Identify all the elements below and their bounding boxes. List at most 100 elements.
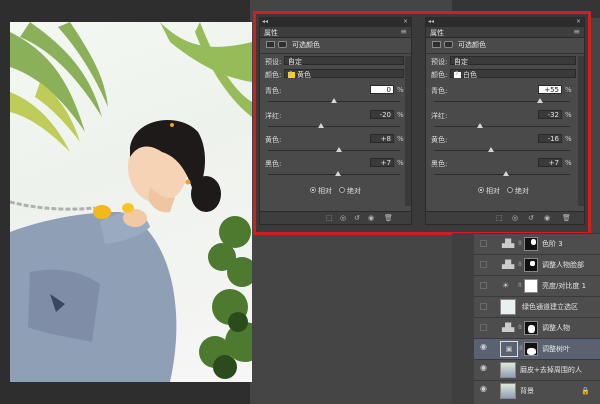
chain-link-icon[interactable]: 8 [518,240,522,247]
clip-to-layer-icon[interactable]: ⬚ [496,214,503,222]
visibility-icon[interactable]: ◉ [368,214,374,222]
panel-menu-icon[interactable]: ≡ [400,27,407,36]
view-previous-icon[interactable]: ◎ [340,214,346,222]
layer-row[interactable]: ▟▙ 8 色阶 3 [474,233,600,254]
cyan-slider-track[interactable] [434,101,570,102]
layer-row[interactable]: ☀ 8 亮度/对比度 1 [474,275,600,296]
cyan-percent: % [397,86,404,94]
dropdown-arrow-icon: ⇕ [454,57,460,64]
visibility-toggle[interactable] [480,324,487,331]
chain-link-icon[interactable]: 8 [519,345,523,352]
preset-dropdown[interactable]: 自定 ⇕ [450,56,576,66]
layer-mask-thumbnail[interactable] [524,237,538,251]
panel-titlebar[interactable]: ◂◂ × [260,18,411,27]
layer-mask-thumbnail[interactable] [524,279,538,293]
properties-tab[interactable]: 属性 ≡ [260,27,411,38]
visibility-toggle[interactable] [480,303,487,310]
black-value-input[interactable]: +7 [538,158,562,167]
yellow-slider-track[interactable] [268,150,400,151]
absolute-radio[interactable] [507,187,513,193]
cyan-label: 青色: [265,87,282,95]
panel-close-icon[interactable]: × [576,18,581,25]
black-slider-thumb[interactable] [503,171,509,176]
preset-label: 预设: [431,58,448,66]
cyan-slider-thumb[interactable] [537,98,543,103]
properties-tab[interactable]: 属性 ≡ [426,27,584,38]
magenta-value-input[interactable]: -20 [370,110,394,119]
absolute-radio[interactable] [339,187,345,193]
layer-mask-thumbnail[interactable] [524,321,538,335]
photo-content [10,22,252,382]
layer-mask-thumbnail[interactable] [524,258,538,272]
selective-color-icon: ▣ [500,341,518,357]
mask-icon[interactable] [444,41,453,48]
layer-name[interactable]: 背景 [520,386,534,396]
color-dropdown[interactable]: 黄色 ⇕ [284,69,404,79]
reset-icon[interactable]: ↺ [528,214,534,222]
layer-name[interactable]: 调整人物脸部 [542,260,584,270]
yellow-value-input[interactable]: -16 [538,134,562,143]
layer-name[interactable]: 色阶 3 [542,239,563,249]
delete-icon[interactable]: 🗑 [562,214,571,222]
mask-icon[interactable] [278,41,287,48]
visibility-toggle[interactable] [480,282,487,289]
relative-radio[interactable] [478,187,484,193]
panel-scrollbar[interactable] [578,56,584,206]
layer-thumbnail[interactable] [500,383,516,399]
collapse-arrows-icon[interactable]: ◂◂ [428,18,434,25]
yellow-value-input[interactable]: +8 [370,134,394,143]
eye-icon[interactable]: ◉ [480,363,487,372]
layer-thumbnail[interactable] [500,362,516,378]
layer-name[interactable]: 亮度/对比度 1 [542,281,586,291]
panel-titlebar[interactable]: ◂◂ × [426,18,584,27]
black-value-input[interactable]: +7 [370,158,394,167]
collapse-arrows-icon[interactable]: ◂◂ [262,18,268,25]
layer-row-active[interactable]: ◉ ▣ 8 调整树叶 [474,338,600,359]
yellow-percent: % [565,135,572,143]
visibility-toggle[interactable] [480,261,487,268]
layer-row[interactable]: ▟▙ 8 调整人物脸部 [474,254,600,275]
layer-name[interactable]: 调整树叶 [542,344,570,354]
cyan-value-input[interactable]: +55 [538,85,562,94]
layer-thumbnail[interactable] [500,299,516,315]
chain-link-icon[interactable]: 8 [518,282,522,289]
yellow-slider-thumb[interactable] [336,147,342,152]
clip-to-layer-icon[interactable]: ⬚ [326,214,333,222]
panel-scrollbar[interactable] [405,56,411,206]
panel-close-icon[interactable]: × [403,18,408,25]
color-dropdown[interactable]: 白色 ⇕ [450,69,576,79]
black-slider-track[interactable] [268,174,400,175]
magenta-value-input[interactable]: -32 [538,110,562,119]
panel-menu-icon[interactable]: ≡ [573,27,580,36]
layer-row[interactable]: ◉ 磨皮+去掉周围的人 [474,359,600,380]
yellow-slider-thumb[interactable] [488,147,494,152]
eye-icon[interactable]: ◉ [480,384,487,393]
visibility-toggle[interactable] [480,240,487,247]
layer-name[interactable]: 绿色通道建立选区 [522,302,578,312]
black-slider-track[interactable] [434,174,570,175]
layer-row[interactable]: ◉ 背景 🔒 [474,380,600,404]
layer-name[interactable]: 磨皮+去掉周围的人 [520,365,582,375]
layer-mask-thumbnail[interactable] [524,342,538,356]
view-previous-icon[interactable]: ◎ [512,214,518,222]
reset-icon[interactable]: ↺ [354,214,360,222]
cyan-slider-thumb[interactable] [331,98,337,103]
document-photo[interactable] [10,22,252,382]
magenta-slider-thumb[interactable] [477,123,483,128]
magenta-slider-thumb[interactable] [318,123,324,128]
magenta-slider-track[interactable] [268,126,400,127]
eye-icon[interactable]: ◉ [480,342,487,351]
delete-icon[interactable]: 🗑 [384,214,393,222]
visibility-icon[interactable]: ◉ [544,214,550,222]
preset-dropdown[interactable]: 自定 ⇕ [284,56,404,66]
chain-link-icon[interactable]: 8 [518,324,522,331]
magenta-slider-track[interactable] [434,126,570,127]
black-slider-thumb[interactable] [335,171,341,176]
cyan-value-input[interactable]: 0 [370,85,394,94]
layer-name[interactable]: 调整人物 [542,323,570,333]
chain-link-icon[interactable]: 8 [518,261,522,268]
layer-row[interactable]: 绿色通道建立选区 [474,296,600,317]
layer-row[interactable]: ▟▙ 8 调整人物 [474,317,600,338]
yellow-slider-track[interactable] [434,150,570,151]
relative-radio[interactable] [310,187,316,193]
